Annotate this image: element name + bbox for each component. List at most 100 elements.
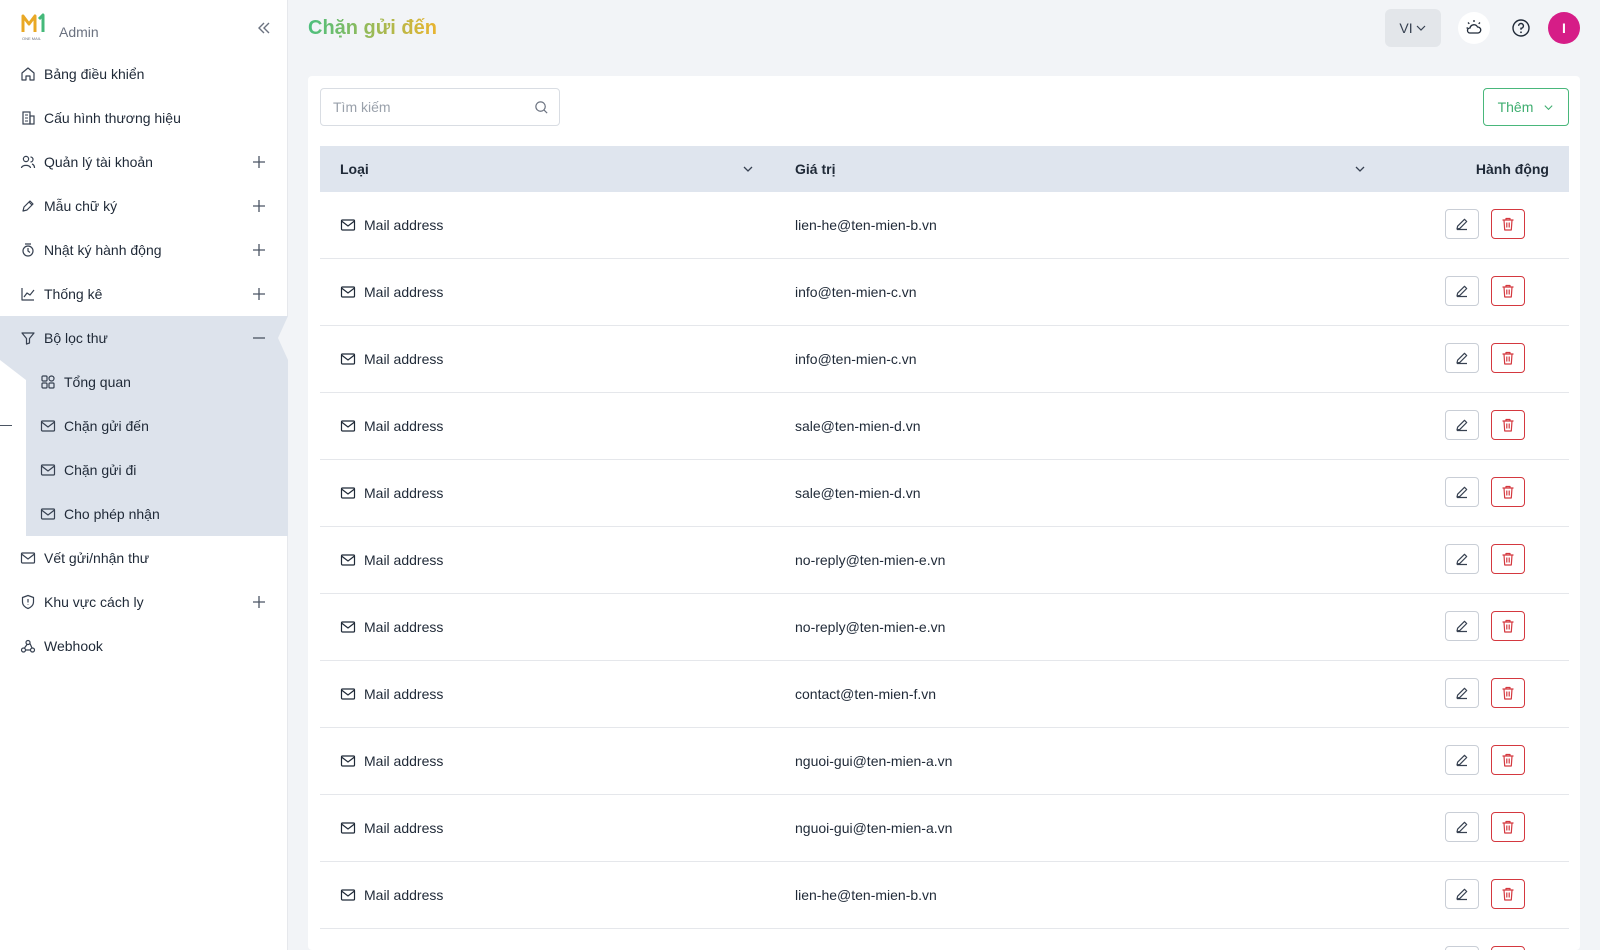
table-body: Mail address lien-he@ten-mien-b.vn Mail … — [320, 192, 1569, 950]
delete-button[interactable] — [1491, 611, 1525, 641]
edit-button[interactable] — [1445, 209, 1479, 239]
plus-icon[interactable] — [252, 199, 266, 213]
sidebar-item-statistics[interactable]: Thống kê — [0, 272, 288, 316]
value-cell: no-reply@ten-mien-e.vn — [795, 619, 946, 635]
type-text: Mail address — [364, 485, 444, 501]
edit-button[interactable] — [1445, 276, 1479, 306]
sidebar-subitem-block-outgoing[interactable]: Chặn gửi đi — [26, 448, 288, 492]
type-text: Mail address — [364, 820, 444, 836]
mail-icon — [340, 487, 356, 499]
delete-button[interactable] — [1491, 745, 1525, 775]
delete-button[interactable] — [1491, 678, 1525, 708]
edit-button[interactable] — [1445, 879, 1479, 909]
value-cell: nguoi-gui@ten-mien-a.vn — [795, 753, 953, 769]
edit-button[interactable] — [1445, 544, 1479, 574]
sidebar-subitem-block-incoming[interactable]: Chặn gửi đến — [0, 404, 288, 448]
sidebar-subitem-overview[interactable]: Tổng quan — [26, 360, 288, 404]
sidebar-item-signatures[interactable]: Mẫu chữ ký — [0, 184, 288, 228]
edit-button[interactable] — [1445, 343, 1479, 373]
logo-icon[interactable]: ONE MAIL — [21, 12, 49, 42]
sidebar-subitem-allow-receive[interactable]: Cho phép nhận — [26, 492, 288, 536]
edit-button[interactable] — [1445, 477, 1479, 507]
add-button[interactable]: Thêm — [1483, 88, 1569, 126]
edit-icon — [1456, 218, 1468, 231]
sidebar-item-dashboard[interactable]: Bảng điều khiển — [0, 52, 288, 96]
sidebar-subitem-label: Tổng quan — [64, 374, 131, 390]
mail-icon — [340, 353, 356, 365]
delete-button[interactable] — [1491, 343, 1525, 373]
type-text: Mail address — [364, 753, 444, 769]
plus-icon[interactable] — [252, 243, 266, 257]
delete-button[interactable] — [1491, 812, 1525, 842]
trash-icon — [1502, 887, 1514, 901]
edit-button[interactable] — [1445, 745, 1479, 775]
edit-icon — [1456, 687, 1468, 700]
value-cell: contact@ten-mien-f.vn — [795, 686, 937, 702]
avatar[interactable]: I — [1548, 12, 1580, 44]
language-value: VI — [1399, 20, 1413, 36]
table-row: Mail address no-reply@ten-mien-e.vn — [320, 527, 1569, 594]
table-row: Mail address info@ten-mien-c.vn — [320, 259, 1569, 326]
edit-button[interactable] — [1445, 812, 1479, 842]
type-cell: Mail address — [340, 284, 443, 300]
trash-icon — [1502, 217, 1514, 231]
sidebar-item-branding[interactable]: Cấu hình thương hiệu — [0, 96, 288, 140]
brand-label: Admin — [59, 24, 99, 40]
delete-button[interactable] — [1491, 410, 1525, 440]
delete-button[interactable] — [1491, 477, 1525, 507]
value-cell: lien-he@ten-mien-b.vn — [795, 887, 937, 903]
type-cell: Mail address — [340, 552, 443, 568]
mail-icon — [340, 755, 356, 767]
sidebar-item-activity-log[interactable]: Nhật ký hành động — [0, 228, 288, 272]
value-cell: lien-he@ten-mien-b.vn — [795, 217, 937, 233]
sidebar-item-quarantine[interactable]: Khu vực cách ly — [0, 580, 288, 624]
edit-button[interactable] — [1445, 946, 1479, 950]
sidebar-item-label: Cấu hình thương hiệu — [44, 110, 181, 126]
delete-button[interactable] — [1491, 946, 1525, 950]
plus-icon[interactable] — [252, 595, 266, 609]
type-filter-chevron-icon[interactable] — [741, 162, 755, 176]
delete-button[interactable] — [1491, 544, 1525, 574]
table-row: Mail address lien-he@ten-mien-b.vn — [320, 192, 1569, 259]
search-icon[interactable] — [534, 100, 549, 115]
sidebar-item-label: Quản lý tài khoản — [44, 154, 153, 170]
mail-icon — [340, 822, 356, 834]
sidebar-item-mail-filter[interactable]: Bộ lọc thư — [0, 316, 288, 360]
mail-block-icon — [40, 420, 56, 432]
edit-button[interactable] — [1445, 410, 1479, 440]
edit-icon — [1456, 285, 1468, 298]
table-row: Mail address info@ten-mien-c.vn — [320, 326, 1569, 393]
table-row: Mail address sale@ten-mien-d.vn — [320, 393, 1569, 460]
edit-button[interactable] — [1445, 678, 1479, 708]
weather-theme-icon — [1466, 20, 1482, 34]
column-header-action: Hành động — [1475, 161, 1549, 177]
sidebar-item-mail-trace[interactable]: Vết gửi/nhận thư — [0, 536, 288, 580]
sidebar-item-webhook[interactable]: Webhook — [0, 624, 288, 668]
minus-icon[interactable] — [252, 331, 266, 345]
logo-caption: ONE MAIL — [22, 36, 42, 41]
type-cell: Mail address — [340, 485, 443, 501]
history-icon — [22, 243, 34, 257]
type-cell: Mail address — [340, 753, 443, 769]
webhook-icon — [20, 639, 36, 653]
type-text: Mail address — [364, 887, 444, 903]
trash-icon — [1502, 686, 1514, 700]
value-cell: nguoi-gui@ten-mien-a.vn — [795, 820, 953, 836]
help-button[interactable] — [1507, 14, 1535, 42]
sidebar-item-accounts[interactable]: Quản lý tài khoản — [0, 140, 288, 184]
plus-icon[interactable] — [252, 287, 266, 301]
delete-button[interactable] — [1491, 276, 1525, 306]
value-cell: sale@ten-mien-d.vn — [795, 418, 921, 434]
submenu-notch — [0, 360, 26, 380]
delete-button[interactable] — [1491, 879, 1525, 909]
delete-button[interactable] — [1491, 209, 1525, 239]
language-select[interactable]: VI — [1385, 9, 1441, 47]
plus-icon[interactable] — [252, 155, 266, 169]
type-cell: Mail address — [340, 217, 443, 233]
search-input[interactable] — [333, 97, 529, 117]
edit-button[interactable] — [1445, 611, 1479, 641]
value-filter-chevron-icon[interactable] — [1353, 162, 1367, 176]
theme-toggle-button[interactable] — [1458, 12, 1490, 44]
sidebar: ONE MAIL Admin Bảng điều khiển Cấu hình … — [0, 0, 288, 950]
collapse-sidebar-icon[interactable] — [254, 18, 274, 38]
